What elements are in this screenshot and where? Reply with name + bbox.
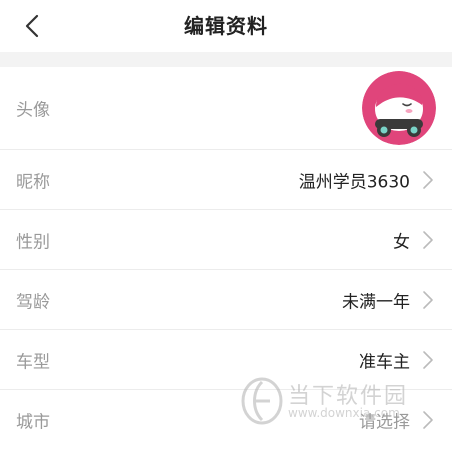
- city-label: 城市: [16, 412, 50, 433]
- chevron-right-icon: [423, 350, 433, 369]
- chevron-right-icon: [423, 170, 433, 189]
- city-value: 请选择: [359, 412, 410, 433]
- chevron-right-icon: [423, 230, 433, 249]
- nav-bar: 编辑资料: [0, 0, 452, 52]
- profile-list: 头像 昵称 温州学员3630 性别 女 驾龄 未满一年 车型 准车主 城市 请选…: [0, 67, 452, 450]
- chevron-right-icon: [423, 290, 433, 309]
- avatar-row[interactable]: 头像: [0, 67, 452, 150]
- car-type-label: 车型: [16, 352, 50, 372]
- page-title: 编辑资料: [184, 14, 268, 38]
- nickname-row[interactable]: 昵称 温州学员3630: [0, 150, 452, 210]
- nickname-label: 昵称: [16, 172, 50, 192]
- city-row[interactable]: 城市 请选择: [0, 390, 452, 450]
- driving-age-label: 驾龄: [16, 292, 50, 312]
- gender-label: 性别: [16, 232, 50, 252]
- avatar-car-mascot-icon: [362, 71, 436, 145]
- driving-age-value: 未满一年: [342, 292, 410, 312]
- car-type-value: 准车主: [359, 352, 410, 372]
- section-divider: [0, 52, 452, 67]
- gender-value: 女: [393, 232, 410, 252]
- nickname-value: 温州学员3630: [298, 172, 410, 192]
- avatar-label: 头像: [16, 100, 50, 121]
- gender-row[interactable]: 性别 女: [0, 210, 452, 270]
- driving-age-row[interactable]: 驾龄 未满一年: [0, 270, 452, 330]
- avatar[interactable]: [362, 71, 436, 145]
- car-type-row[interactable]: 车型 准车主: [0, 330, 452, 390]
- chevron-right-icon: [423, 411, 433, 429]
